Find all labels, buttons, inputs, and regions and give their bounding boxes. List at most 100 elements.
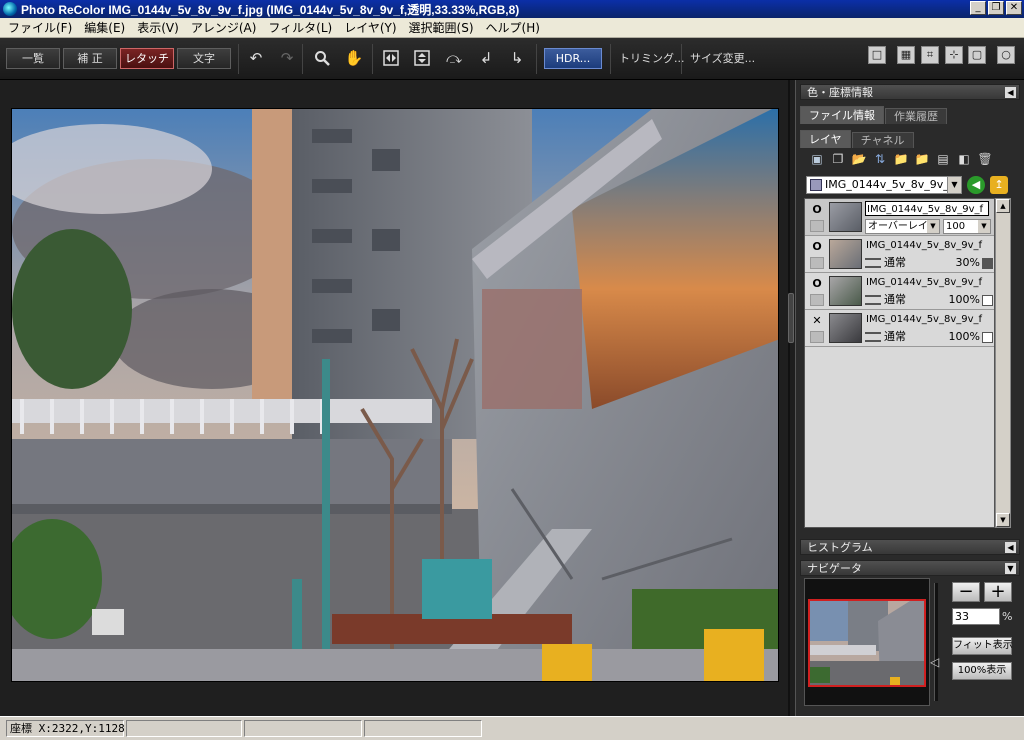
menu-layer[interactable]: レイヤ(Y) [338, 19, 402, 36]
window-title: Photo ReColor IMG_0144v_5v_8v_9v_f.jpg (… [21, 2, 520, 17]
tab-file-info[interactable]: ファイル情報 [800, 106, 884, 124]
canvas-area[interactable] [0, 80, 790, 716]
histogram-header[interactable]: ヒストグラム ◀ [800, 539, 1020, 555]
layer-select[interactable]: IMG_0144v_5v_8v_9v_f ▼ [806, 176, 962, 194]
minimize-button[interactable]: _ [970, 1, 986, 15]
retouch-mode-button[interactable]: レタッチ [120, 48, 174, 69]
visibility-icon[interactable]: ✕ [808, 315, 826, 327]
resize-button[interactable]: サイズ変更... [690, 48, 755, 69]
menu-filter[interactable]: フィルタ(L) [262, 19, 338, 36]
zoom-slider-handle[interactable]: ◁ [930, 655, 939, 669]
view-grid-icon[interactable]: ▦ [897, 46, 915, 64]
collapse-down-icon[interactable]: ▼ [1005, 563, 1016, 574]
color-info-header[interactable]: 色・座標情報 ◀ [800, 84, 1020, 100]
layer-mask-icon[interactable]: ◧ [955, 150, 973, 168]
close-button[interactable]: ✕ [1006, 1, 1022, 15]
tab-history[interactable]: 作業履歴 [885, 108, 947, 124]
view-circle-icon[interactable]: ○ [997, 46, 1015, 64]
flip-horizontal-icon[interactable] [380, 48, 402, 69]
rotate-ccw-icon[interactable]: ↲ [475, 48, 497, 69]
maximize-button[interactable]: ❐ [988, 1, 1004, 15]
list-mode-button[interactable]: 一覧 [6, 48, 60, 69]
menu-help[interactable]: ヘルプ(H) [480, 19, 546, 36]
zoom-in-button[interactable]: + [984, 582, 1012, 602]
trimming-button[interactable]: トリミング... [619, 48, 685, 69]
lock-icon[interactable] [810, 294, 824, 306]
photo-canvas[interactable] [11, 108, 779, 682]
layer-name-input[interactable]: IMG_0144v_5v_8v_9v_f [865, 201, 989, 216]
collapse-left-icon[interactable]: ◀ [1005, 87, 1016, 98]
layer-name: IMG_0144v_5v_8v_9v_f [866, 314, 983, 325]
lock-icon[interactable] [810, 331, 824, 343]
view-single-icon[interactable]: □ [868, 46, 886, 64]
layer-scrollbar[interactable]: ▲ ▼ [995, 198, 1011, 528]
hand-icon[interactable]: ✋ [343, 48, 365, 69]
tab-channel[interactable]: チャネル [851, 132, 914, 148]
delete-layer-icon[interactable]: 🗑 [976, 150, 994, 168]
fit-view-button[interactable]: フィット表示 [952, 637, 1013, 655]
photo-image [12, 109, 778, 681]
layer-color-swatch[interactable] [982, 332, 993, 343]
toolbar-divider [302, 44, 303, 74]
scroll-up-icon[interactable]: ▲ [996, 199, 1010, 213]
opacity-select[interactable]: 100 ▼ [943, 219, 991, 234]
text-mode-button[interactable]: 文字 [177, 48, 231, 69]
hdr-button[interactable]: HDR... [544, 48, 602, 69]
open-folder-icon[interactable]: 📂 [850, 150, 868, 168]
navigator-viewport[interactable] [808, 599, 926, 687]
layer-row[interactable]: O IMG_0144v_5v_8v_9v_f 通常 100% [805, 273, 994, 310]
status-bar: 座標 X:2322,Y:1128 [0, 716, 1024, 740]
menu-arrange[interactable]: アレンジ(A) [185, 19, 263, 36]
blend-mode-select[interactable]: オーバーレイ ▼ [865, 219, 940, 234]
layer-row[interactable]: O IMG_0144v_5v_8v_9v_f オーバーレイ ▼ 100 ▼ [805, 199, 994, 236]
file-info-tabs: ファイル情報 作業履歴 [800, 106, 1020, 124]
rotate-cw-icon[interactable]: ⤼ [443, 48, 465, 69]
menu-selection[interactable]: 選択範囲(S) [403, 19, 480, 36]
folder-icon[interactable]: 📁 [892, 150, 910, 168]
tab-layer[interactable]: レイヤ [800, 130, 851, 148]
chevron-down-icon[interactable]: ▼ [947, 177, 961, 193]
back-arrow-icon[interactable]: ◀ [967, 176, 985, 194]
view-frame-icon[interactable]: ▢ [968, 46, 986, 64]
zoom-slider[interactable] [934, 583, 938, 701]
correct-mode-button[interactable]: 補 正 [63, 48, 117, 69]
layer-color-swatch[interactable] [982, 258, 993, 269]
zoom-icon[interactable] [311, 48, 333, 69]
redo-icon[interactable]: ↷ [276, 48, 298, 69]
flip-vertical-icon[interactable] [411, 48, 433, 69]
folder-add-icon[interactable]: 📁 [913, 150, 931, 168]
navigator-header[interactable]: ナビゲータ ▼ [800, 560, 1020, 576]
lock-icon[interactable] [810, 257, 824, 269]
chevron-down-icon[interactable]: ▼ [927, 220, 939, 233]
navigator-preview[interactable] [804, 578, 930, 706]
layer-row[interactable]: O IMG_0144v_5v_8v_9v_f 通常 30% [805, 236, 994, 273]
merge-layer-icon[interactable]: ⇅ [871, 150, 889, 168]
actual-size-button[interactable]: 100%表示 [952, 662, 1012, 680]
visibility-icon[interactable]: O [808, 278, 826, 290]
visibility-icon[interactable]: O [808, 204, 826, 216]
undo-icon[interactable]: ↶ [245, 48, 267, 69]
zoom-out-button[interactable]: − [952, 582, 980, 602]
panel-collapse-handle[interactable] [788, 293, 794, 343]
collapse-left-icon[interactable]: ◀ [1005, 542, 1016, 553]
blend-mode-icon [865, 258, 881, 268]
new-layer-icon[interactable]: ▣ [808, 150, 826, 168]
layer-list[interactable]: O IMG_0144v_5v_8v_9v_f オーバーレイ ▼ 100 ▼ O … [804, 198, 995, 528]
blend-mode-value: 通常 [884, 293, 906, 306]
view-guide-icon[interactable]: ⊹ [945, 46, 963, 64]
scroll-down-icon[interactable]: ▼ [996, 513, 1010, 527]
visibility-icon[interactable]: O [808, 241, 826, 253]
menu-file[interactable]: ファイル(F) [2, 19, 78, 36]
layer-row[interactable]: ✕ IMG_0144v_5v_8v_9v_f 通常 100% [805, 310, 994, 347]
folder-up-icon[interactable]: ↥ [990, 176, 1008, 194]
chevron-down-icon[interactable]: ▼ [978, 220, 990, 233]
lock-icon[interactable] [810, 220, 824, 232]
view-crop-icon[interactable]: ⌗ [921, 46, 939, 64]
layer-props-icon[interactable]: ▤ [934, 150, 952, 168]
menu-view[interactable]: 表示(V) [131, 19, 185, 36]
layer-color-swatch[interactable] [982, 295, 993, 306]
duplicate-layer-icon[interactable]: ❐ [829, 150, 847, 168]
zoom-input[interactable]: 33 [952, 608, 1000, 625]
menu-edit[interactable]: 編集(E) [78, 19, 131, 36]
rotate-free-icon[interactable]: ↳ [506, 48, 528, 69]
